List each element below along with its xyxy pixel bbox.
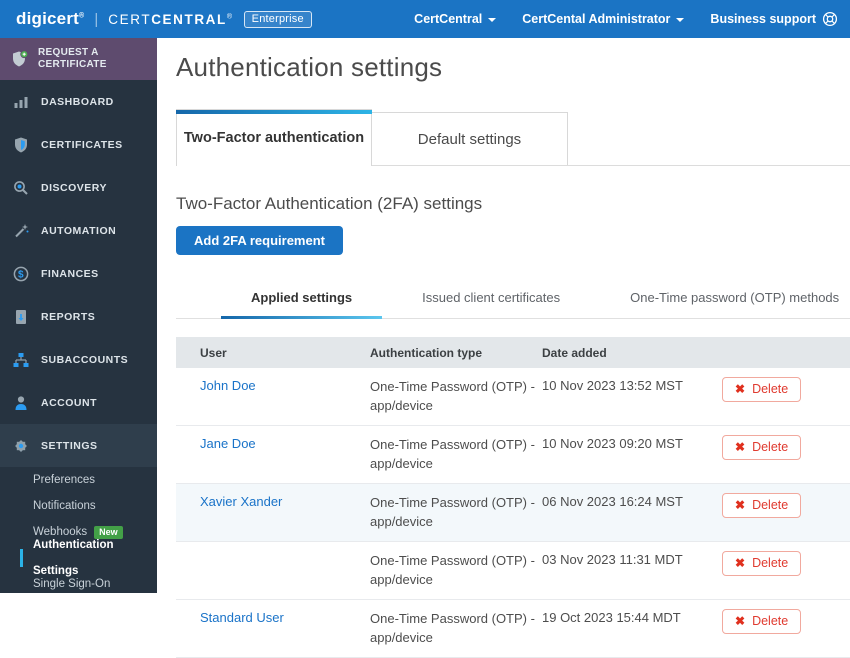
tab-default-settings[interactable]: Default settings: [372, 112, 568, 165]
sidebar-item-settings[interactable]: SETTINGS: [0, 424, 157, 467]
certcentral-menu-label: CertCentral: [414, 12, 482, 26]
date-added-cell: 06 Nov 2023 16:24 MST: [542, 493, 722, 509]
subtab-bar: Applied settings Issued client certifica…: [176, 281, 850, 319]
delete-x-icon: ✖: [735, 441, 745, 453]
tab-two-factor-authentication[interactable]: Two-Factor authentication: [176, 109, 372, 166]
sidebar-subitem-authentication-settings[interactable]: Authentication Settings: [0, 545, 157, 571]
certificates-shield-icon: [12, 136, 30, 154]
tab-bar: Two-Factor authentication Default settin…: [176, 109, 850, 166]
column-header-date-added: Date added: [542, 346, 722, 360]
administrator-menu[interactable]: CertCental Administrator: [522, 12, 684, 26]
section-title: Two-Factor Authentication (2FA) settings: [176, 194, 850, 214]
authentication-type-cell: One-Time Password (OTP) -app/device: [370, 551, 542, 589]
top-header: digicert® | CERTCENTRAL® Enterprise Cert…: [0, 0, 850, 38]
automation-wand-icon: [12, 222, 30, 240]
reports-document-icon: [12, 308, 30, 326]
page-title: Authentication settings: [176, 52, 850, 83]
date-added-cell: 03 Nov 2023 11:31 MDT: [542, 551, 722, 567]
table-row: Jane Doe One-Time Password (OTP) -app/de…: [176, 426, 850, 484]
request-certificate-label: REQUEST A CERTIFICATE: [38, 47, 151, 71]
sidebar-subitem-preferences[interactable]: Preferences: [0, 467, 157, 493]
request-certificate-button[interactable]: REQUEST A CERTIFICATE: [0, 38, 157, 80]
sidebar-item-label: ACCOUNT: [41, 397, 97, 409]
delete-x-icon: ✖: [735, 383, 745, 395]
sidebar-item-label: CERTIFICATES: [41, 139, 123, 151]
2fa-users-table: User Authentication type Date added John…: [176, 337, 850, 658]
column-header-user: User: [176, 346, 370, 360]
table-row: Xavier Xander One-Time Password (OTP) -a…: [176, 484, 850, 542]
sidebar: REQUEST A CERTIFICATE DASHBOARD CERTIFIC…: [0, 38, 157, 593]
column-header-authentication-type: Authentication type: [370, 346, 542, 360]
sidebar-subitem-single-sign-on[interactable]: Single Sign-On: [0, 571, 157, 597]
table-row: Standard User One-Time Password (OTP) -a…: [176, 600, 850, 658]
sidebar-item-account[interactable]: ACCOUNT: [0, 381, 157, 424]
date-added-cell: 19 Oct 2023 15:44 MDT: [542, 609, 722, 625]
sidebar-item-reports[interactable]: REPORTS: [0, 295, 157, 338]
sidebar-item-label: DASHBOARD: [41, 96, 114, 108]
sidebar-item-label: SUBACCOUNTS: [41, 354, 128, 366]
administrator-menu-label: CertCental Administrator: [522, 12, 670, 26]
sidebar-item-label: FINANCES: [41, 268, 99, 280]
date-added-cell: 10 Nov 2023 09:20 MST: [542, 435, 722, 451]
date-added-cell: 10 Nov 2023 13:52 MST: [542, 377, 722, 393]
add-2fa-requirement-button[interactable]: Add 2FA requirement: [176, 226, 343, 255]
sidebar-item-label: AUTOMATION: [41, 225, 116, 237]
digicert-logo: digicert®: [16, 9, 84, 29]
discovery-magnifier-icon: [12, 179, 30, 197]
top-menu: CertCentral CertCental Administrator Bus…: [414, 11, 838, 27]
delete-button[interactable]: ✖Delete: [722, 609, 801, 634]
authentication-type-cell: One-Time Password (OTP) -app/device: [370, 609, 542, 647]
sidebar-item-certificates[interactable]: CERTIFICATES: [0, 123, 157, 166]
enterprise-badge: Enterprise: [244, 11, 312, 28]
settings-subnav: Preferences Notifications Webhooks New A…: [0, 467, 157, 597]
user-link[interactable]: Xavier Xander: [200, 494, 282, 509]
delete-x-icon: ✖: [735, 499, 745, 511]
user-link[interactable]: Jane Doe: [200, 436, 256, 451]
user-link[interactable]: John Doe: [200, 378, 256, 393]
sidebar-item-label: REPORTS: [41, 311, 95, 323]
subtab-issued-client-certificates[interactable]: Issued client certificates: [392, 281, 590, 318]
certcentral-menu[interactable]: CertCentral: [414, 12, 496, 26]
chevron-down-icon: [488, 18, 496, 22]
subtab-otp-methods[interactable]: One-Time password (OTP) methods: [600, 281, 850, 318]
logo-divider: |: [94, 11, 98, 28]
delete-button[interactable]: ✖Delete: [722, 377, 801, 402]
delete-x-icon: ✖: [735, 557, 745, 569]
logo[interactable]: digicert® | CERTCENTRAL® Enterprise: [16, 9, 312, 29]
subtab-applied-settings[interactable]: Applied settings: [221, 281, 382, 318]
shield-plus-icon: [11, 50, 29, 68]
sidebar-item-label: DISCOVERY: [41, 182, 107, 194]
table-row: John Doe One-Time Password (OTP) -app/de…: [176, 368, 850, 426]
finances-dollar-icon: $: [12, 265, 30, 283]
sidebar-subitem-notifications[interactable]: Notifications: [0, 493, 157, 519]
sidebar-item-subaccounts[interactable]: SUBACCOUNTS: [0, 338, 157, 381]
svg-text:$: $: [18, 269, 24, 280]
delete-x-icon: ✖: [735, 615, 745, 627]
delete-button[interactable]: ✖Delete: [722, 435, 801, 460]
settings-gear-icon: [12, 437, 30, 455]
dashboard-bars-icon: [12, 93, 30, 111]
delete-button[interactable]: ✖Delete: [722, 551, 801, 576]
sidebar-item-discovery[interactable]: DISCOVERY: [0, 166, 157, 209]
authentication-type-cell: One-Time Password (OTP) -app/device: [370, 493, 542, 531]
chevron-down-icon: [676, 18, 684, 22]
table-header: User Authentication type Date added: [176, 337, 850, 368]
sidebar-item-automation[interactable]: AUTOMATION: [0, 209, 157, 252]
business-support-label: Business support: [710, 12, 816, 26]
delete-button[interactable]: ✖Delete: [722, 493, 801, 518]
table-row: One-Time Password (OTP) -app/device 03 N…: [176, 542, 850, 600]
sidebar-item-label: SETTINGS: [41, 440, 98, 452]
sidebar-item-finances[interactable]: $ FINANCES: [0, 252, 157, 295]
account-person-icon: [12, 394, 30, 412]
user-link[interactable]: Standard User: [200, 610, 284, 625]
sidebar-item-dashboard[interactable]: DASHBOARD: [0, 80, 157, 123]
business-support-menu[interactable]: Business support: [710, 11, 838, 27]
authentication-type-cell: One-Time Password (OTP) -app/device: [370, 435, 542, 473]
certcentral-logo: CERTCENTRAL®: [108, 12, 233, 27]
authentication-type-cell: One-Time Password (OTP) -app/device: [370, 377, 542, 415]
support-lifering-icon: [822, 11, 838, 27]
main-content: Authentication settings Two-Factor authe…: [157, 38, 850, 593]
registered-mark: ®: [79, 12, 84, 19]
subaccounts-hierarchy-icon: [12, 351, 30, 369]
